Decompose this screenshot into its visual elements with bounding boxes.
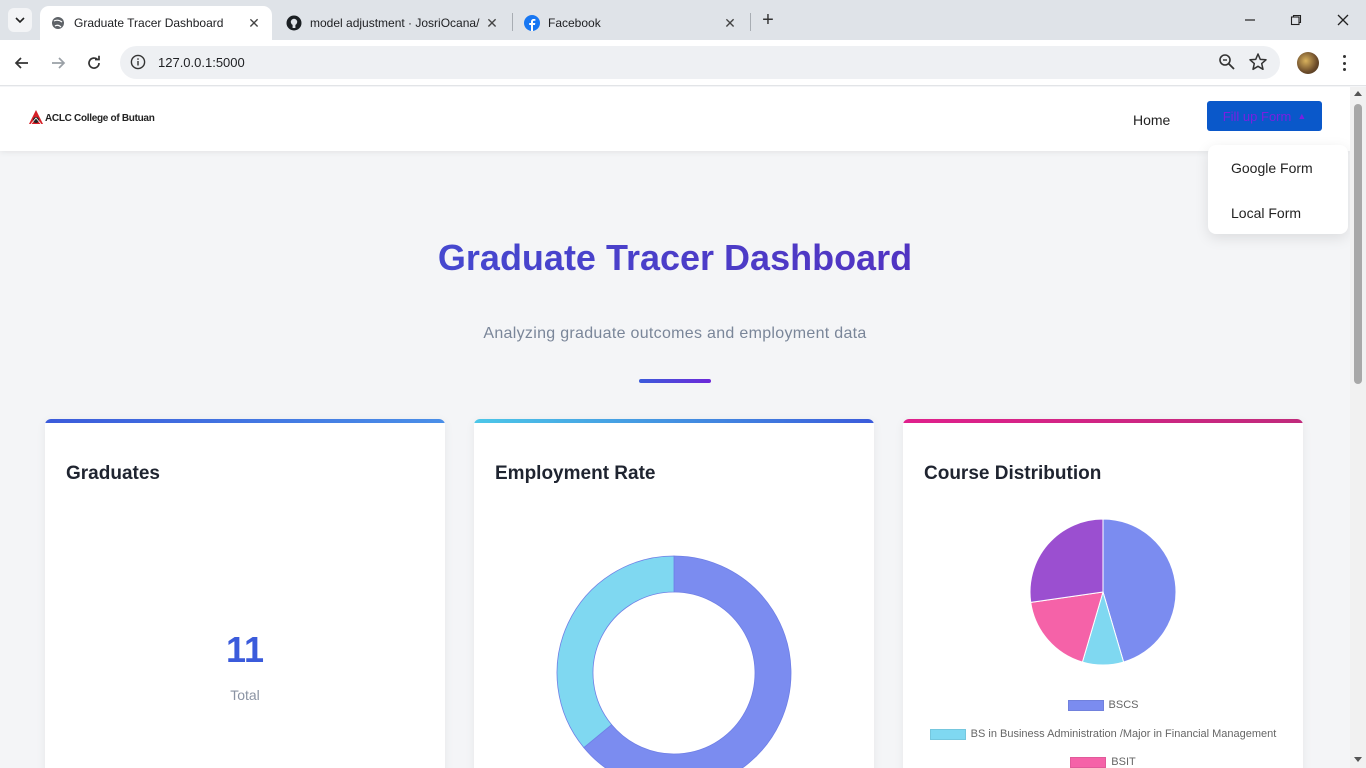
- brand-name: ACLC College of Butuan: [45, 112, 155, 124]
- tab-separator: [512, 13, 513, 31]
- tab-dashboard[interactable]: Graduate Tracer Dashboard ✕: [40, 6, 272, 40]
- legend-swatch: [929, 728, 966, 740]
- graduates-count: 11: [225, 629, 265, 670]
- tab-title: Graduate Tracer Dashboard: [74, 16, 224, 30]
- chart-slice-segment-3[interactable]: [1029, 519, 1104, 603]
- reload-icon: [88, 55, 100, 69]
- nav-home-link[interactable]: Home: [1133, 112, 1170, 128]
- site-navbar: ACLC College of Butuan Home Fill up Form…: [0, 87, 1350, 151]
- scrollbar-thumb[interactable]: [1354, 104, 1362, 384]
- new-tab-button[interactable]: +: [758, 9, 778, 31]
- chart-slice-segment-1[interactable]: [556, 555, 675, 749]
- tab-github[interactable]: model adjustment · JosriOcana/ ✕: [276, 6, 510, 40]
- logo-icon: [29, 110, 43, 125]
- chevron-down-icon: [15, 17, 25, 24]
- browser-menu-button[interactable]: [1334, 52, 1354, 74]
- course-card: Course Distribution BSCS BS in Business …: [903, 419, 1303, 768]
- legend-item[interactable]: BSIT: [903, 756, 1303, 768]
- address-bar[interactable]: 127.0.0.1:5000: [120, 46, 1280, 79]
- graduates-label: Total: [230, 687, 260, 703]
- restore-icon: [1290, 14, 1302, 26]
- arrow-left-icon: [14, 57, 28, 69]
- tab-search-button[interactable]: [8, 8, 32, 32]
- card-accent-bar: [474, 419, 874, 423]
- form-dropdown-menu: Google Form Local Form: [1208, 145, 1348, 234]
- close-icon[interactable]: ✕: [722, 15, 738, 31]
- page-scrollbar[interactable]: [1350, 87, 1366, 768]
- graduates-card: Graduates 11 Total: [45, 419, 445, 768]
- page-viewport: ACLC College of Butuan Home Fill up Form…: [0, 87, 1350, 768]
- page-subtitle: Analyzing graduate outcomes and employme…: [483, 325, 867, 342]
- course-pie-chart[interactable]: [903, 519, 1303, 689]
- legend-item[interactable]: BSCS: [903, 699, 1303, 711]
- profile-avatar[interactable]: [1297, 52, 1319, 74]
- github-icon: [286, 15, 302, 31]
- legend-label: BS in Business Administration /Major in …: [970, 728, 1277, 740]
- page-title: Graduate Tracer Dashboard: [0, 237, 1350, 279]
- browser-toolbar: 127.0.0.1:5000: [0, 40, 1366, 86]
- info-icon[interactable]: [130, 54, 146, 70]
- url-text[interactable]: 127.0.0.1:5000: [158, 55, 245, 70]
- card-title: Employment Rate: [495, 463, 656, 484]
- fill-up-form-button[interactable]: Fill up Form ▲: [1207, 101, 1322, 131]
- browser-tab-bar: Graduate Tracer Dashboard ✕ model adjust…: [0, 0, 1366, 40]
- minimize-button[interactable]: [1238, 8, 1262, 32]
- dropdown-item-google-form[interactable]: Google Form: [1231, 160, 1313, 176]
- restore-button[interactable]: [1284, 8, 1308, 32]
- employment-doughnut-chart[interactable]: [474, 519, 874, 768]
- tab-title: Facebook: [548, 16, 601, 30]
- legend-label: BSCS: [1108, 699, 1139, 711]
- close-icon[interactable]: ✕: [484, 15, 500, 31]
- close-icon[interactable]: ✕: [246, 15, 262, 31]
- legend-swatch: [1067, 699, 1104, 711]
- legend-item[interactable]: BS in Business Administration /Major in …: [903, 728, 1303, 740]
- brand[interactable]: ACLC College of Butuan: [28, 109, 155, 127]
- tab-facebook[interactable]: Facebook ✕: [514, 6, 748, 40]
- back-button[interactable]: [9, 50, 35, 76]
- legend-label: BSIT: [1111, 756, 1136, 768]
- scroll-up-arrow-icon[interactable]: [1354, 91, 1362, 96]
- card-title: Course Distribution: [924, 463, 1102, 484]
- dropdown-item-local-form[interactable]: Local Form: [1231, 205, 1301, 221]
- fill-up-form-label: Fill up Form: [1222, 108, 1292, 124]
- card-accent-bar: [45, 419, 445, 423]
- scroll-down-arrow-icon[interactable]: [1354, 757, 1362, 762]
- reload-button[interactable]: [81, 50, 107, 76]
- legend-swatch: [1070, 756, 1107, 768]
- globe-icon: [50, 15, 66, 31]
- forward-button[interactable]: [45, 50, 71, 76]
- arrow-right-icon: [52, 57, 66, 69]
- facebook-icon: [524, 15, 540, 31]
- minimize-icon: [1245, 19, 1255, 21]
- close-icon: [1337, 14, 1349, 26]
- card-accent-bar: [903, 419, 1303, 423]
- close-window-button[interactable]: [1331, 8, 1355, 32]
- employment-card: Employment Rate: [474, 419, 874, 768]
- bookmark-star-icon[interactable]: [1248, 52, 1268, 72]
- title-underline: [639, 379, 711, 383]
- caret-up-icon: ▲: [1297, 111, 1307, 121]
- tab-separator: [750, 13, 751, 31]
- tab-title: model adjustment · JosriOcana/: [310, 16, 480, 30]
- card-title: Graduates: [66, 463, 160, 484]
- zoom-icon[interactable]: [1218, 53, 1236, 71]
